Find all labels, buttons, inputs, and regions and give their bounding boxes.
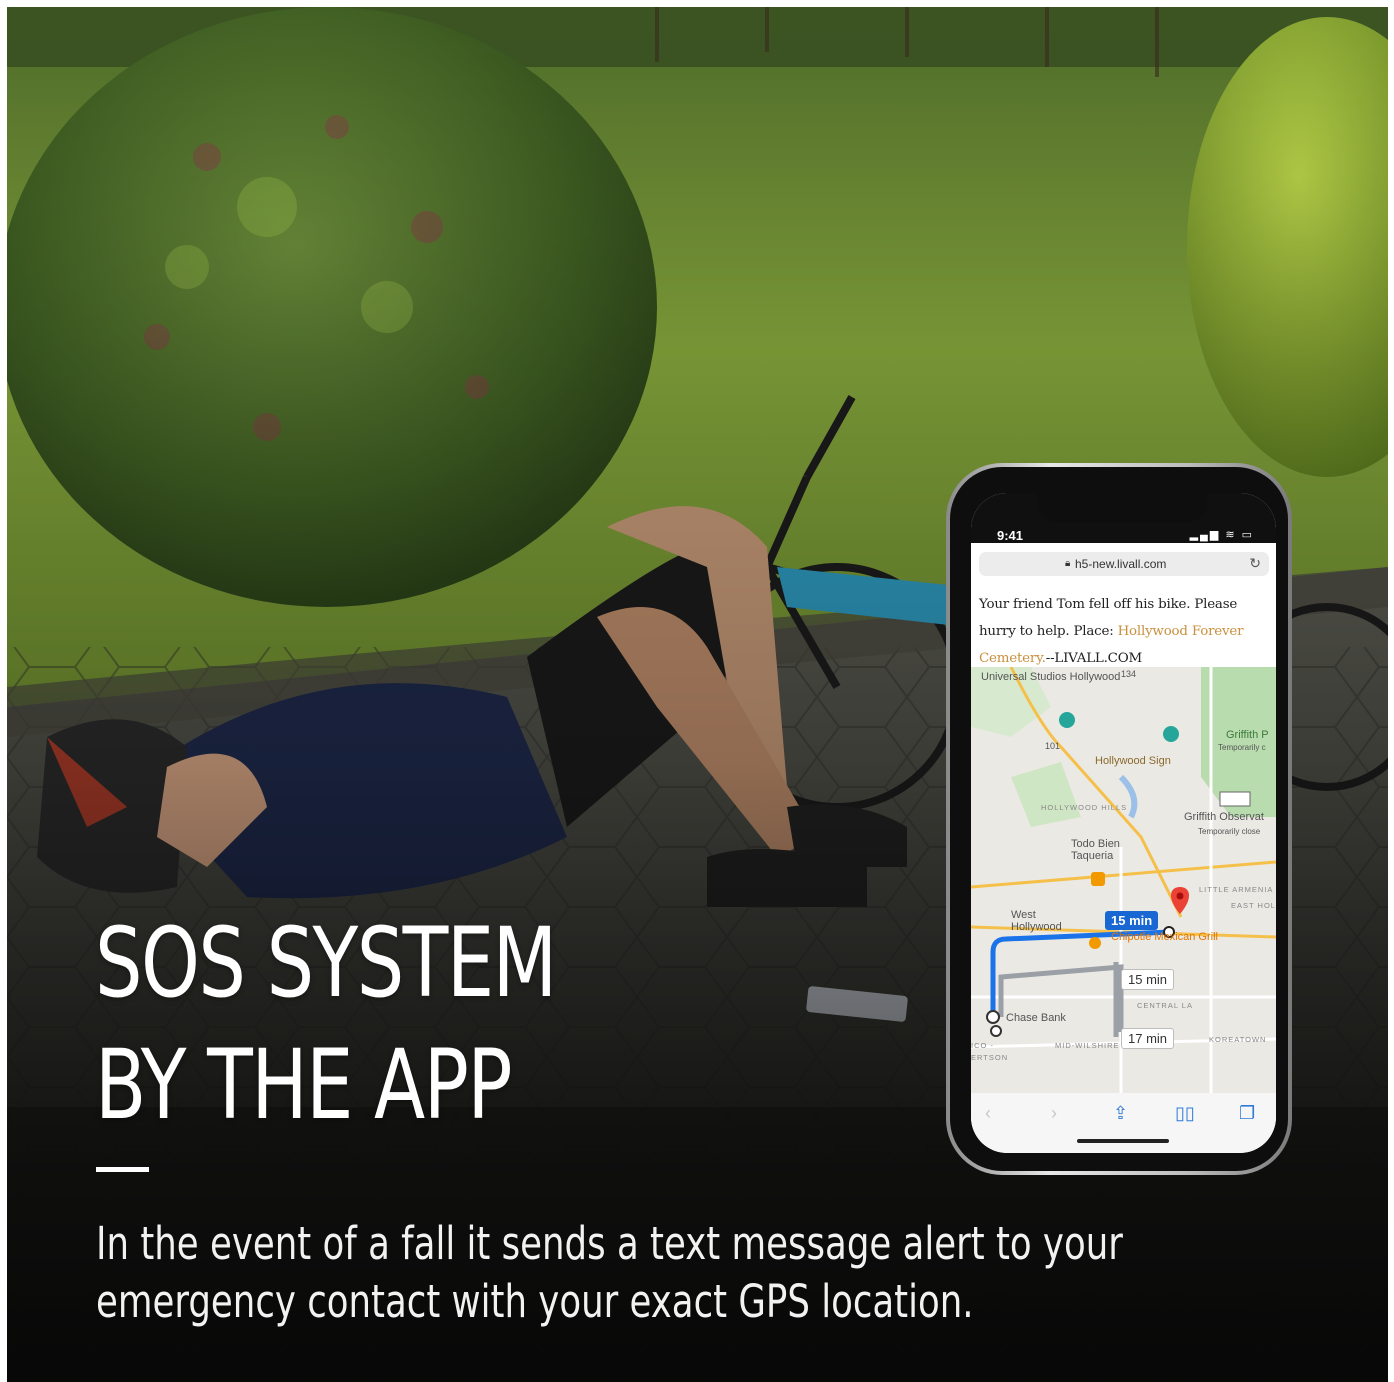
forward-icon[interactable]: › (1051, 1103, 1057, 1124)
share-icon[interactable]: ⇪ (1113, 1103, 1128, 1124)
map-label-chase-bank: Chase Bank (1006, 1012, 1066, 1024)
tabs-icon[interactable]: ❐ (1239, 1103, 1255, 1124)
map-shield-134: 134 (1121, 669, 1137, 679)
bookmarks-icon[interactable]: ▯▯ (1175, 1103, 1195, 1124)
caption-text: In the event of a fall it sends a text m… (96, 1217, 1123, 1328)
map-label-hollywood-sign: Hollywood Sign (1095, 755, 1171, 767)
map-label-koreatown: KOREATOWN (1209, 1035, 1267, 1044)
route-time-primary[interactable]: 15 min (1105, 911, 1159, 930)
map-label-chipotle: Chipotle Mexican Grill (1111, 931, 1218, 943)
sos-message: Your friend Tom fell off his bike. Pleas… (979, 591, 1271, 672)
browser-toolbar: ‹ › ⇪ ▯▯ ❐ (971, 1093, 1276, 1153)
signal-wifi-battery-icon: ▂▄▆ ≋ ▭ (1189, 529, 1254, 541)
route-time-alt-1[interactable]: 15 min (1121, 969, 1175, 990)
lock-icon: 🔒︎ (1065, 558, 1071, 569)
hero-banner: SOS SYSTEM BY THE APP In the event of a … (7, 7, 1388, 1382)
status-time: 9:41 (997, 528, 1024, 543)
map-shield-101: 101 (1045, 741, 1061, 751)
map-label-universal: Universal Studios Hollywood (981, 671, 1121, 683)
url-text: h5-new.livall.com (1075, 557, 1167, 571)
phone-bezel: 9:41 ▂▄▆ ≋ ▭ 🔒︎ h5-new.livall.com ↻ Your… (950, 467, 1288, 1171)
home-indicator (1077, 1139, 1169, 1143)
phone-mockup: 9:41 ▂▄▆ ≋ ▭ 🔒︎ h5-new.livall.com ↻ Your… (946, 463, 1292, 1175)
map-label-west-hollywood: West Hollywood (1011, 909, 1062, 933)
map-label-griffith-observatory-sub: Temporarily close (1198, 827, 1261, 836)
map-label-hollywood-hills: HOLLYWOOD HILLS (1041, 803, 1128, 812)
map-label-mid-wilshire: MID-WILSHIRE (1055, 1041, 1120, 1050)
map-label-todo-bien: Todo Bien Taqueria (1071, 838, 1120, 862)
map-label-ico: ICO - (971, 1041, 994, 1050)
browser-url-bar[interactable]: 🔒︎ h5-new.livall.com ↻ (979, 552, 1269, 576)
map-view[interactable]: Universal Studios Hollywood 134 101 Holl… (971, 667, 1276, 1093)
headline: SOS SYSTEM BY THE APP (95, 902, 557, 1146)
notch (1037, 493, 1207, 523)
map-label-little-armenia: LITTLE ARMENIA (1199, 885, 1274, 894)
reload-icon[interactable]: ↻ (1249, 555, 1261, 572)
route-time-alt-2[interactable]: 17 min (1121, 1028, 1175, 1049)
map-label-central-la: CENTRAL LA (1137, 1001, 1193, 1010)
map-label-east-hollywood: EAST HOLLYWO (1231, 901, 1276, 910)
back-icon[interactable]: ‹ (985, 1103, 991, 1124)
map-label-ertson: ERTSON (971, 1053, 1009, 1062)
map-label-griffith-observatory: Griffith Observat (1184, 811, 1264, 823)
map-label-griffith-park: Griffith P (1226, 729, 1269, 741)
divider-dash (96, 1167, 149, 1172)
headline-line-1: SOS SYSTEM (95, 907, 557, 1019)
phone-screen: 9:41 ▂▄▆ ≋ ▭ 🔒︎ h5-new.livall.com ↻ Your… (971, 493, 1276, 1153)
map-label-griffith-park-sub: Temporarily c (1218, 743, 1266, 752)
status-bar: 9:41 ▂▄▆ ≋ ▭ (971, 493, 1276, 543)
message-signature: --LIVALL.COM (1045, 651, 1142, 666)
headline-line-2: BY THE APP (95, 1029, 512, 1141)
